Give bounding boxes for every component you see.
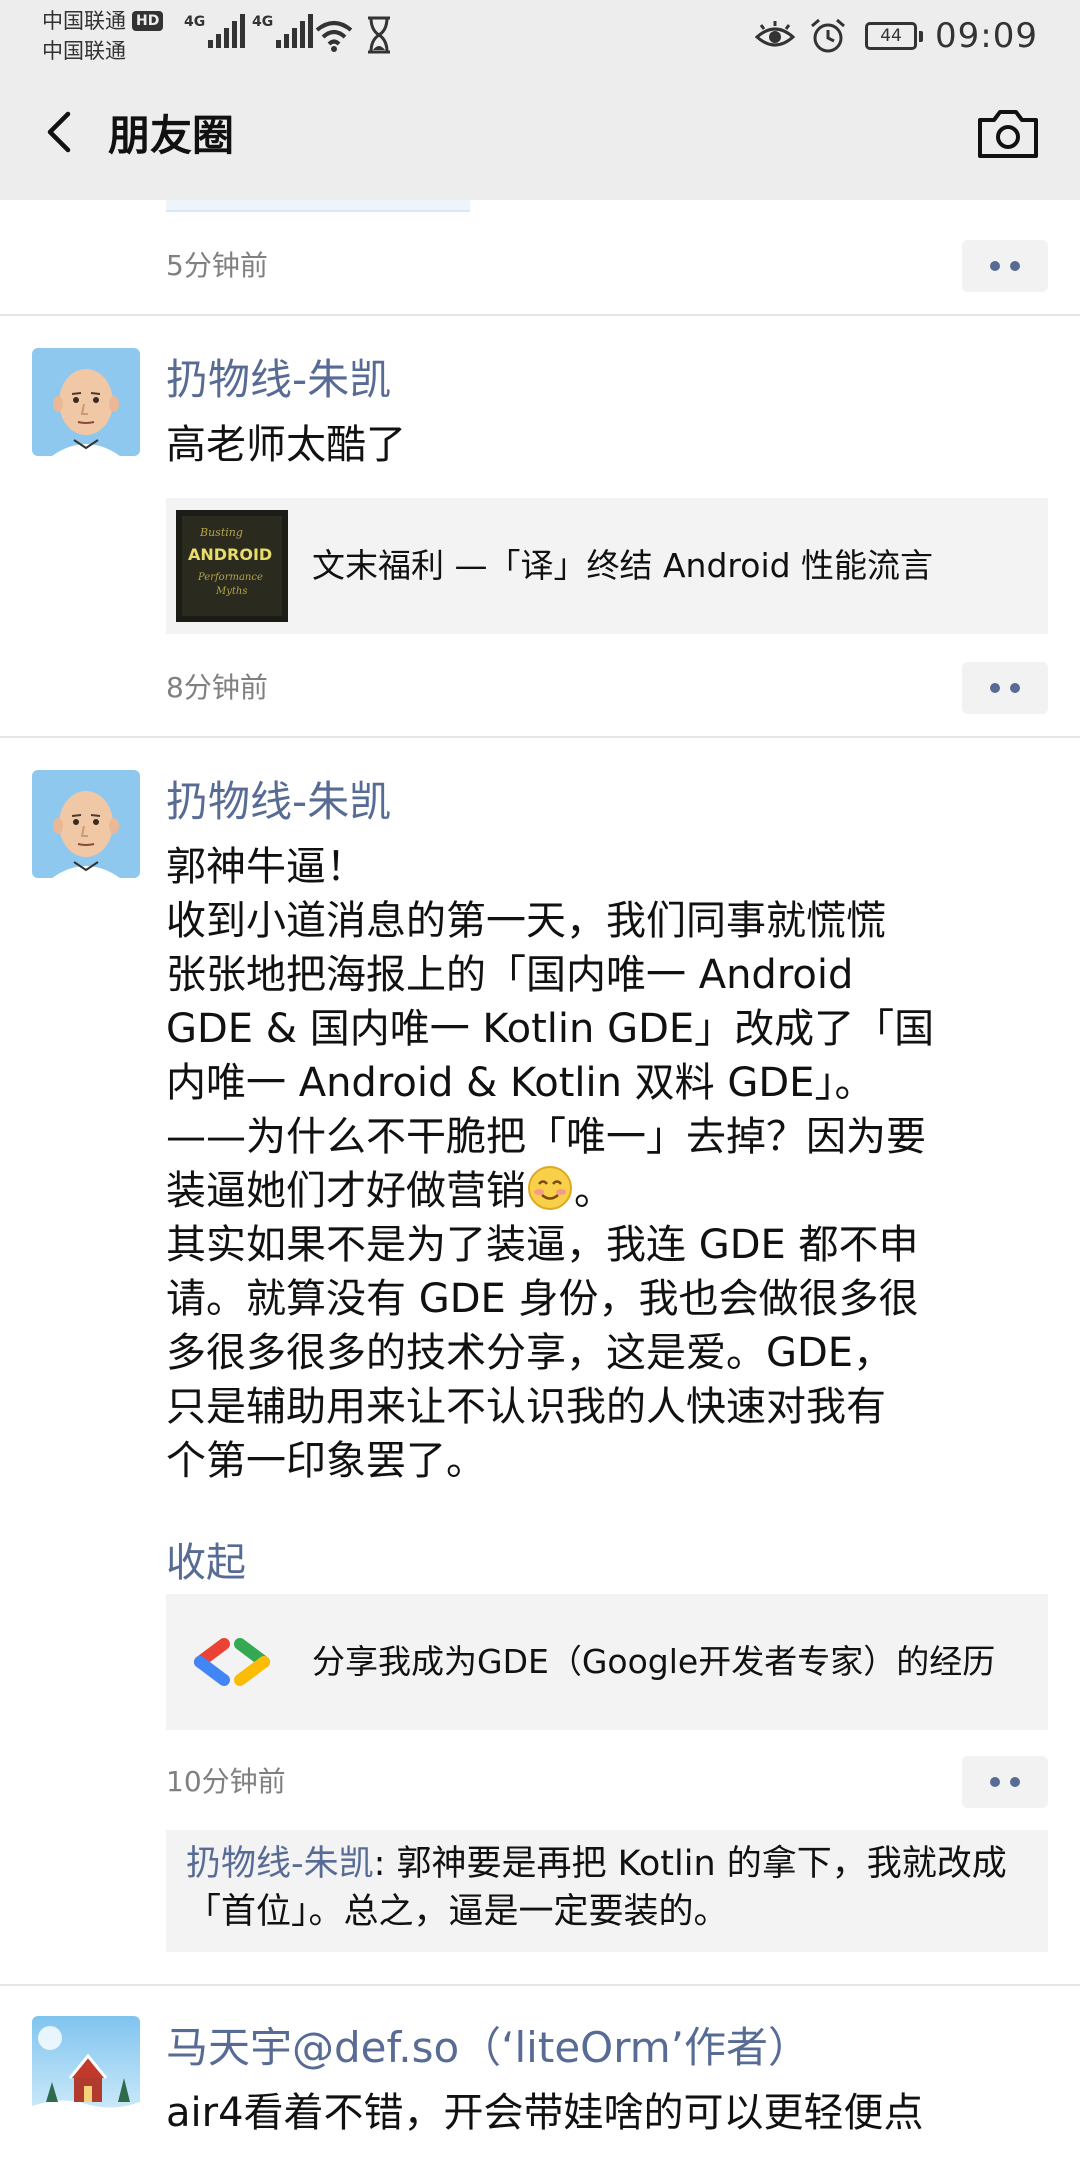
signal-1: 4G bbox=[184, 12, 248, 48]
signal-2: 4G bbox=[252, 12, 316, 48]
carrier-2: 中国联通 bbox=[42, 39, 126, 63]
carrier-1: 中国联通 bbox=[42, 9, 126, 33]
chevron-left-icon[interactable] bbox=[30, 102, 90, 162]
status-bar: 中国联通 HD 中国联通 4G 4G 44 09:09 bbox=[0, 0, 1080, 72]
title-bar: 朋友圈 bbox=[0, 72, 1080, 200]
eye-icon bbox=[755, 21, 796, 47]
smile-emoji-icon bbox=[528, 1166, 572, 1210]
svg-text:Performance: Performance bbox=[197, 572, 263, 583]
signal-bars-1-icon bbox=[208, 12, 248, 48]
avatar-image bbox=[32, 348, 140, 456]
post-divider bbox=[0, 314, 1080, 316]
more-actions-button[interactable] bbox=[962, 1756, 1048, 1808]
status-right: 44 09:09 bbox=[755, 14, 1038, 58]
wifi-icon bbox=[315, 21, 353, 52]
svg-text:ANDROID: ANDROID bbox=[188, 545, 272, 564]
top-bar: 中国联通 HD 中国联通 4G 4G 44 09:09 朋友圈 bbox=[0, 0, 1080, 200]
link-card[interactable]: Busting ANDROID Performance Myths 文末福利 —… bbox=[166, 498, 1048, 634]
post-time: 10分钟前 bbox=[166, 1765, 286, 1798]
avatar-image bbox=[32, 770, 140, 878]
more-actions-button[interactable] bbox=[962, 662, 1048, 714]
avatar[interactable] bbox=[32, 348, 140, 456]
link-card-title: 分享我成为GDE（Google开发者专家）的经历 bbox=[312, 1642, 996, 1681]
link-thumbnail: Busting ANDROID Performance Myths bbox=[176, 510, 288, 622]
collapse-link[interactable]: 收起 bbox=[166, 1536, 246, 1590]
post-text: air4看着不错，开会带娃啥的可以更轻便点 bbox=[166, 2090, 924, 2136]
battery-indicator: 44 bbox=[865, 22, 924, 50]
svg-text:Busting: Busting bbox=[199, 526, 243, 539]
carrier-info: 中国联通 HD 中国联通 bbox=[42, 6, 164, 66]
post-time: 5分钟前 bbox=[166, 249, 268, 282]
post-author[interactable]: 扔物线-朱凯 bbox=[166, 352, 391, 408]
post-text: 高老师太酷了 bbox=[166, 422, 406, 468]
post-time: 8分钟前 bbox=[166, 671, 268, 704]
avatar-image bbox=[32, 2016, 140, 2124]
avatar[interactable] bbox=[32, 770, 140, 878]
comment-author[interactable]: 扔物线-朱凯 bbox=[186, 1844, 374, 1884]
post-author[interactable]: 马天宇@def.so（‘liteOrm’作者） bbox=[166, 2020, 810, 2076]
avatar[interactable] bbox=[32, 2016, 140, 2124]
comment[interactable]: 扔物线-朱凯: 郭神要是再把 Kotlin 的拿下，我就改成「首位」。总之，逼是… bbox=[166, 1830, 1048, 1952]
status-time: 09:09 bbox=[935, 16, 1038, 56]
link-card[interactable]: 分享我成为GDE（Google开发者专家）的经历 bbox=[166, 1594, 1048, 1730]
post-divider bbox=[0, 1984, 1080, 1986]
svg-text:Myths: Myths bbox=[215, 586, 247, 597]
page-title: 朋友圈 bbox=[108, 111, 235, 160]
post-divider bbox=[0, 736, 1080, 738]
hourglass-icon bbox=[368, 16, 390, 54]
hd-badge: HD bbox=[132, 11, 164, 31]
camera-icon[interactable] bbox=[972, 102, 1044, 166]
network-type-1: 4G bbox=[184, 14, 206, 30]
clipped-content bbox=[166, 200, 470, 212]
network-type-2: 4G bbox=[252, 14, 274, 30]
more-actions-button[interactable] bbox=[962, 240, 1048, 292]
post-author[interactable]: 扔物线-朱凯 bbox=[166, 774, 391, 830]
gde-logo-icon bbox=[176, 1606, 288, 1718]
alarm-icon bbox=[811, 18, 845, 53]
link-card-title: 文末福利 —「译」终结 Android 性能流言 bbox=[312, 546, 934, 585]
moments-feed[interactable]: 5分钟前 扔物线-朱凯 高老师太酷了 Busting ANDROID Perfo… bbox=[0, 200, 1080, 2160]
post-text: 郭神牛逼！ 收到小道消息的第一天，我们同事就慌慌 张张地把海报上的「国内唯一 A… bbox=[166, 844, 935, 1484]
signal-bars-2-icon bbox=[276, 12, 316, 48]
